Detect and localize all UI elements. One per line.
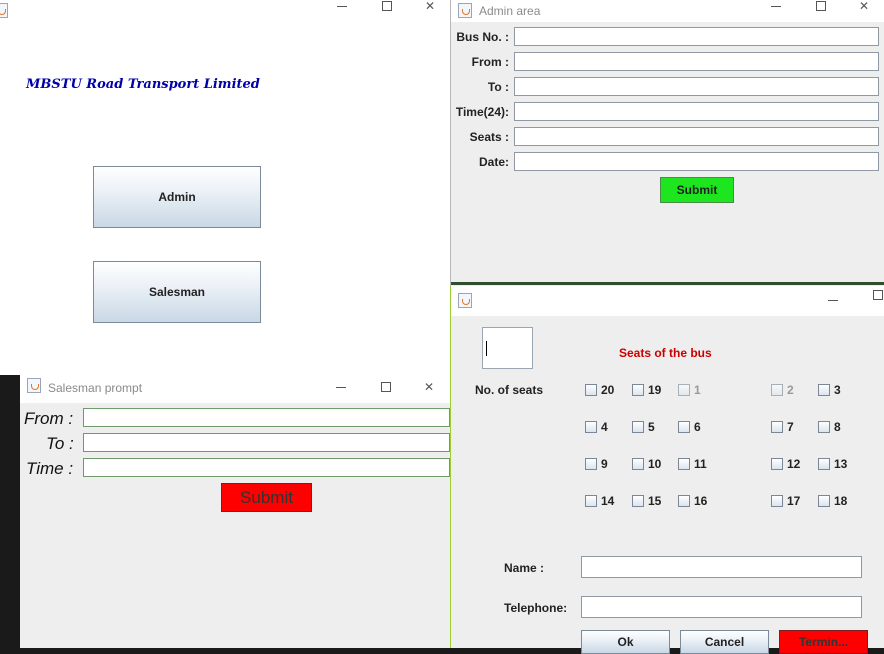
no-of-seats-label: No. of seats	[475, 383, 544, 397]
telephone-field[interactable]	[581, 596, 862, 618]
seat-label: 8	[834, 420, 841, 434]
maximize-button[interactable]	[858, 289, 884, 309]
seat-checkbox[interactable]	[818, 384, 830, 396]
seat-label: 11	[694, 457, 707, 471]
seat-label: 10	[648, 457, 662, 471]
seat-checkbox[interactable]	[585, 384, 597, 396]
time-field[interactable]	[514, 102, 879, 121]
seat-label: 16	[694, 494, 708, 508]
maximize-button[interactable]	[367, 0, 407, 20]
seat-label: 18	[834, 494, 848, 508]
seat-checkbox[interactable]	[632, 384, 644, 396]
seat-label: 15	[648, 494, 662, 508]
seat-checkbox[interactable]	[678, 495, 690, 507]
seat-checkbox[interactable]	[585, 421, 597, 433]
seat-label: 2	[787, 383, 794, 397]
java-icon	[458, 3, 472, 18]
date-label: Date:	[478, 155, 509, 169]
seat-checkbox[interactable]	[818, 495, 830, 507]
to-label: To :	[487, 80, 509, 94]
seats-label: Seats :	[469, 130, 509, 144]
seat-checkbox[interactable]	[818, 421, 830, 433]
seat-label: 5	[648, 420, 655, 434]
bus-no-field[interactable]	[514, 27, 879, 46]
ok-button[interactable]: Ok	[581, 630, 670, 654]
cancel-button[interactable]: Cancel	[680, 630, 769, 654]
seat-checkbox	[678, 384, 690, 396]
admin-titlebar: Admin area	[451, 0, 884, 22]
seat-checkbox[interactable]	[678, 421, 690, 433]
seat-count-field[interactable]	[482, 327, 533, 369]
seat-label: 6	[694, 420, 701, 434]
telephone-label: Telephone:	[504, 601, 568, 615]
salesman-window: Salesman prompt From : To : Time : Submi…	[20, 375, 450, 648]
salesman-from-field[interactable]	[83, 408, 450, 427]
main-window: MBSTU Road Transport Limited Admin Sales…	[0, 0, 450, 375]
to-field[interactable]	[514, 77, 879, 96]
salesman-submit-button[interactable]: Submit	[221, 483, 312, 512]
seat-checkbox[interactable]	[632, 421, 644, 433]
salesman-to-field[interactable]	[83, 433, 450, 452]
seat-label: 13	[834, 457, 848, 471]
java-icon	[0, 3, 8, 18]
salesman-time-field[interactable]	[83, 458, 450, 477]
minimize-button[interactable]	[322, 0, 362, 20]
seats-heading: Seats of the bus	[619, 346, 712, 360]
window-divider	[451, 282, 884, 285]
admin-button[interactable]: Admin	[93, 166, 261, 228]
seat-checkbox[interactable]	[585, 495, 597, 507]
seat-label: 14	[601, 494, 615, 508]
bus-no-label: Bus No. :	[456, 30, 509, 44]
seat-checkbox[interactable]	[818, 458, 830, 470]
name-label: Name :	[504, 561, 545, 575]
close-button[interactable]	[412, 0, 452, 20]
seat-label: 3	[834, 383, 841, 397]
salesman-titlebar: Salesman prompt	[20, 375, 450, 397]
admin-title: Admin area	[479, 4, 541, 18]
app-heading: MBSTU Road Transport Limited	[26, 77, 260, 92]
seats-titlebar	[451, 286, 884, 316]
salesman-button[interactable]: Salesman	[93, 261, 261, 323]
from-label: From :	[471, 55, 509, 69]
minimize-button[interactable]	[756, 0, 796, 20]
terminate-button[interactable]: Termin...	[779, 630, 868, 654]
date-field[interactable]	[514, 152, 879, 171]
seat-label: 9	[601, 457, 608, 471]
seat-checkbox	[771, 384, 783, 396]
titlebar-gap	[20, 397, 450, 403]
close-button[interactable]	[846, 0, 884, 20]
java-icon	[27, 378, 41, 393]
seat-label: 1	[694, 383, 701, 397]
name-field[interactable]	[581, 556, 862, 578]
seat-checkbox[interactable]	[771, 421, 783, 433]
seat-label: 19	[648, 383, 662, 397]
admin-window: Admin area Bus No. : From : To : Time(24…	[450, 0, 884, 286]
seat-label: 17	[787, 494, 801, 508]
text-cursor	[486, 341, 487, 356]
seats-field[interactable]	[514, 127, 879, 146]
seat-checkbox[interactable]	[771, 495, 783, 507]
minimize-button[interactable]	[813, 294, 853, 314]
seat-checkbox[interactable]	[585, 458, 597, 470]
seat-checkbox[interactable]	[632, 495, 644, 507]
salesman-from-label: From :	[24, 409, 74, 428]
from-field[interactable]	[514, 52, 879, 71]
seat-checkbox[interactable]	[678, 458, 690, 470]
seat-label: 4	[601, 420, 608, 434]
salesman-time-label: Time :	[26, 459, 74, 478]
main-titlebar	[0, 0, 450, 22]
seat-checkbox[interactable]	[771, 458, 783, 470]
salesman-title: Salesman prompt	[48, 381, 143, 395]
seat-label: 7	[787, 420, 794, 434]
seats-window: Seats of the bus No. of seats 20 19 1 2 …	[450, 286, 884, 654]
maximize-button[interactable]	[801, 0, 841, 20]
seat-label: 20	[601, 383, 615, 397]
seat-checkbox[interactable]	[632, 458, 644, 470]
seat-label: 12	[787, 457, 801, 471]
salesman-to-label: To :	[46, 434, 74, 453]
java-icon	[458, 293, 472, 308]
admin-submit-button[interactable]: Submit	[660, 177, 734, 203]
time-label: Time(24):	[455, 105, 509, 119]
